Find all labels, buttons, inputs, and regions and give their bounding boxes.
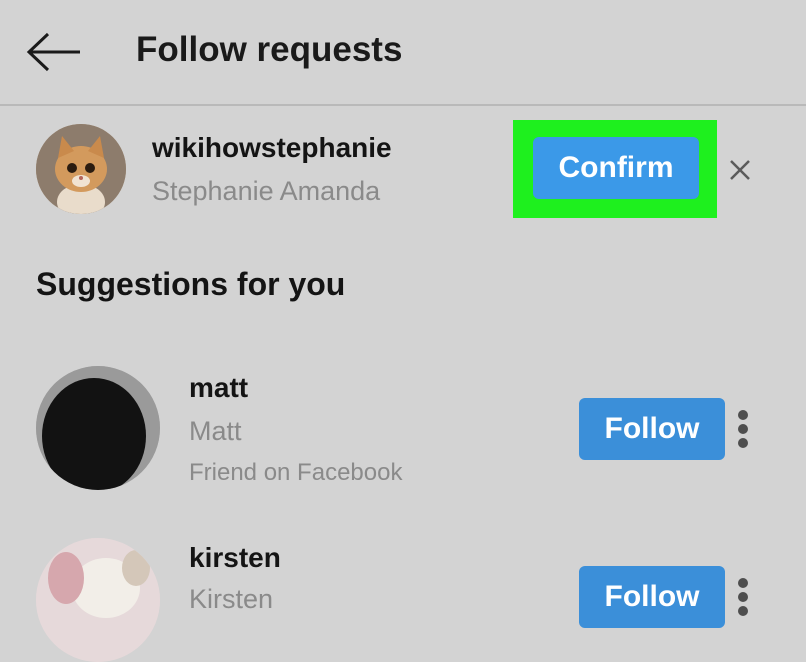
request-full-name: Stephanie Amanda xyxy=(152,176,381,206)
suggestion-full-name: Matt xyxy=(189,416,242,446)
top-app-bar: Follow requests xyxy=(0,0,806,104)
arrow-left-icon xyxy=(26,32,80,72)
follow-button[interactable]: Follow xyxy=(579,566,725,628)
more-vertical-icon xyxy=(736,410,750,448)
avatar[interactable] xyxy=(36,366,160,490)
header-divider xyxy=(0,104,806,106)
suggestion-username[interactable]: matt xyxy=(189,372,248,404)
suggestion-username[interactable]: kirsten xyxy=(189,542,281,574)
avatar[interactable] xyxy=(36,124,126,214)
suggestion-full-name: Kirsten xyxy=(189,584,274,614)
suggestions-heading: Suggestions for you xyxy=(36,266,346,302)
follow-button[interactable]: Follow xyxy=(579,398,725,460)
confirm-button[interactable]: Confirm xyxy=(533,137,699,199)
dismiss-request-button[interactable] xyxy=(725,155,755,185)
suggestion-subtitle: Friend on Facebook xyxy=(189,459,403,486)
profile-photo xyxy=(36,538,160,662)
profile-photo xyxy=(36,366,160,490)
more-options-button[interactable] xyxy=(736,578,750,618)
request-username[interactable]: wikihowstephanie xyxy=(152,132,392,164)
page-title: Follow requests xyxy=(136,30,403,69)
more-vertical-icon xyxy=(736,578,750,616)
kitten-photo xyxy=(36,124,126,214)
more-options-button[interactable] xyxy=(736,410,750,450)
back-button[interactable] xyxy=(26,32,82,72)
close-icon xyxy=(730,160,750,180)
avatar[interactable] xyxy=(36,538,160,662)
